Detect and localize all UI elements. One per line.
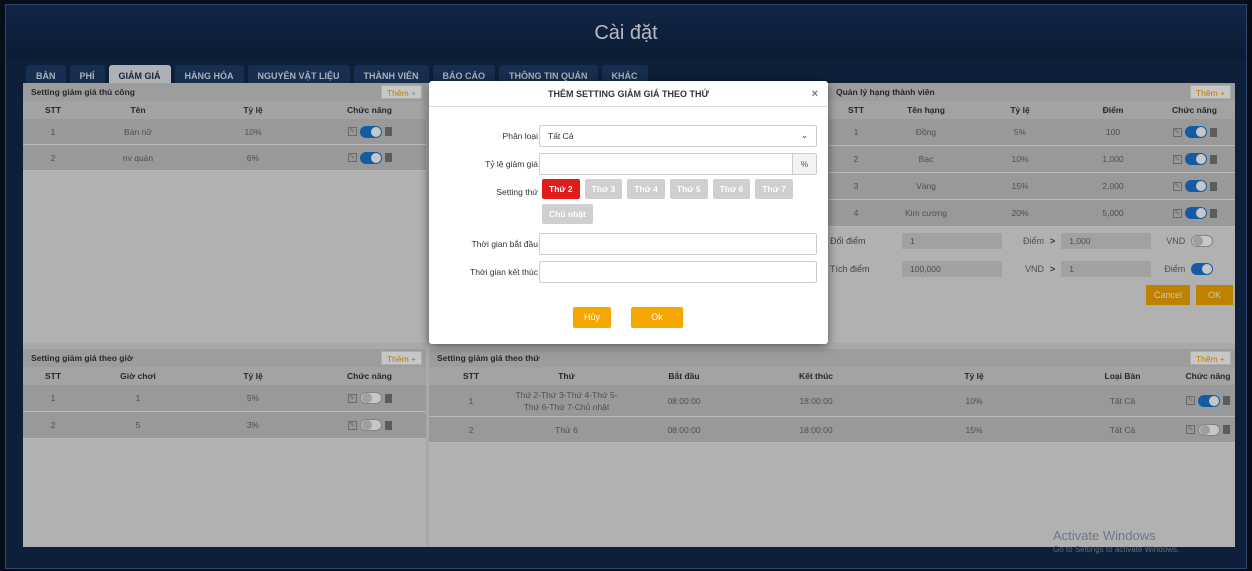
chevron-down-icon: ⌄ bbox=[801, 131, 808, 140]
rate-label: Tỷ lệ giảm giá bbox=[485, 159, 538, 169]
days-label: Setting thứ bbox=[496, 187, 538, 197]
close-icon[interactable]: × bbox=[812, 81, 818, 107]
start-row: Thời gian bắt đầu bbox=[429, 233, 828, 255]
day-button[interactable]: Thứ 3 bbox=[584, 179, 623, 199]
cancel-button[interactable]: Hủy bbox=[573, 307, 611, 328]
percent-addon: % bbox=[792, 154, 816, 174]
start-time-input[interactable] bbox=[539, 233, 817, 255]
day-button[interactable]: Thứ 5 bbox=[669, 179, 708, 199]
day-button[interactable]: Chủ nhật bbox=[542, 204, 593, 224]
day-button[interactable]: Thứ 4 bbox=[627, 179, 665, 199]
category-row: Phân loại Tất Cả ⌄ bbox=[429, 125, 828, 147]
end-row: Thời gian kết thúc bbox=[429, 261, 828, 283]
day-button[interactable]: Thứ 2 bbox=[542, 179, 580, 199]
category-select[interactable]: Tất Cả ⌄ bbox=[539, 125, 817, 147]
day-button[interactable]: Thứ 6 bbox=[712, 179, 751, 199]
rate-row: Tỷ lệ giảm giá % bbox=[429, 153, 828, 175]
rate-input[interactable]: % bbox=[539, 153, 817, 175]
modal-title: THÊM SETTING GIẢM GIÁ THEO THỨ bbox=[548, 89, 709, 99]
category-label: Phân loại bbox=[502, 131, 538, 141]
end-label: Thời gian kết thúc bbox=[470, 267, 538, 277]
add-weekday-discount-modal: THÊM SETTING GIẢM GIÁ THEO THỨ × Phân loạ… bbox=[429, 81, 828, 344]
day-selector: Thứ 2 Thứ 3 Thứ 4 Thứ 5 Thứ 6 Thứ 7 Chủ nhật bbox=[542, 179, 822, 224]
day-button[interactable]: Thứ 7 bbox=[755, 179, 793, 199]
start-label: Thời gian bắt đầu bbox=[471, 239, 538, 249]
ok-button[interactable]: Ok bbox=[631, 307, 683, 328]
end-time-input[interactable] bbox=[539, 261, 817, 283]
